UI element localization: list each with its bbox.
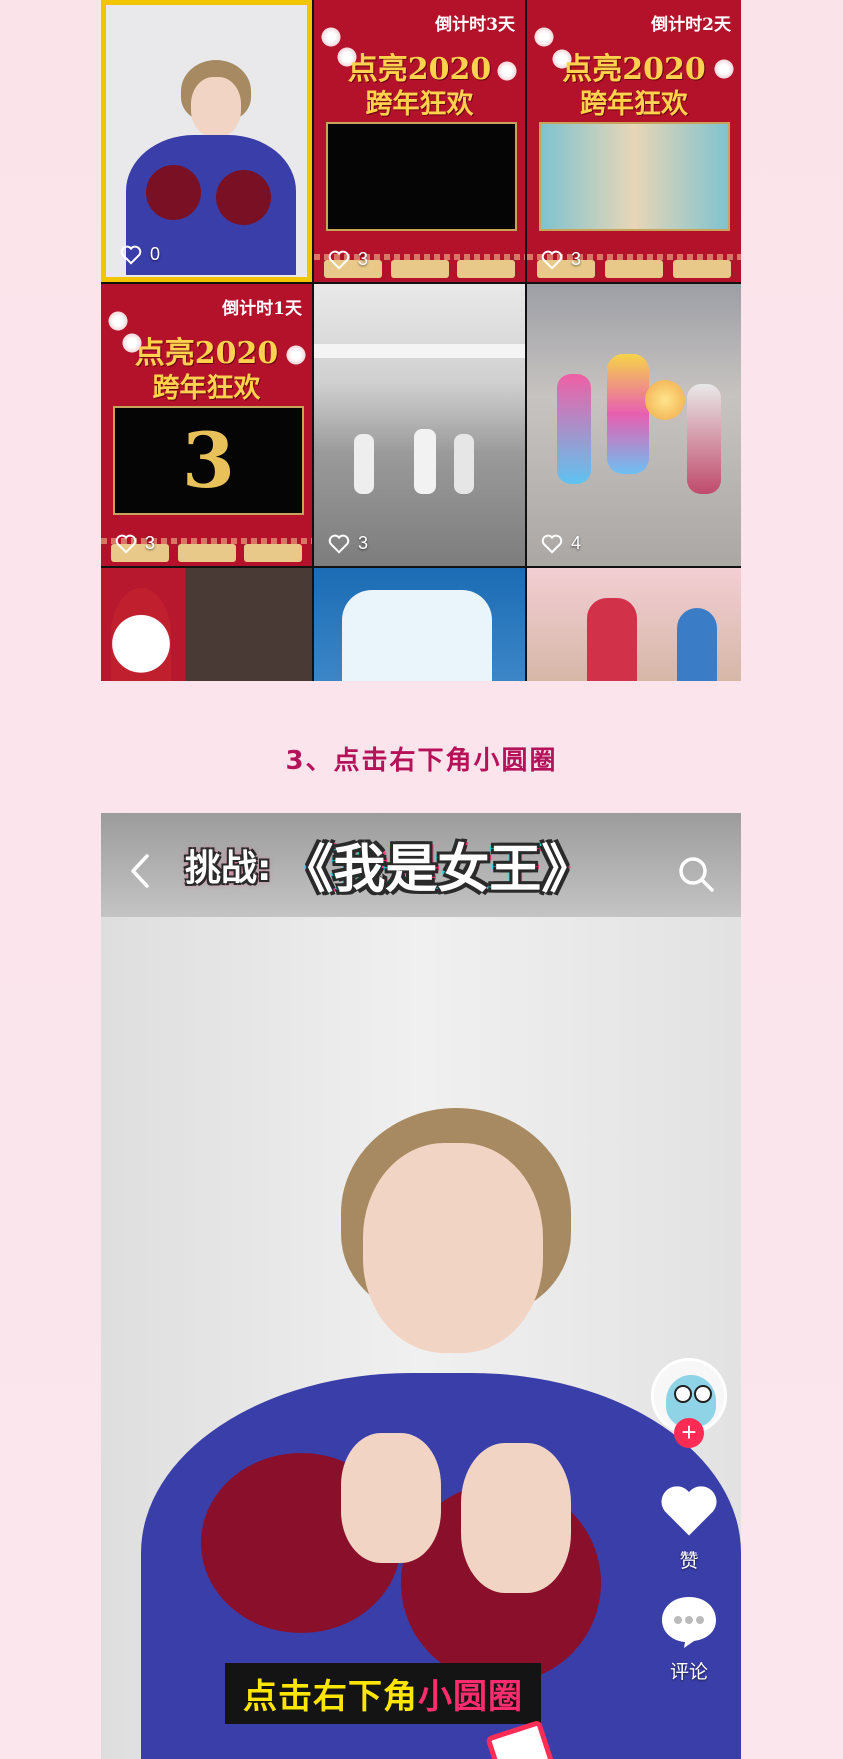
comment-bubble-icon xyxy=(658,1593,720,1653)
poster-screen: 3 xyxy=(113,406,304,515)
like-label: 赞 xyxy=(679,1550,699,1572)
grid-video-poster[interactable]: 倒计时2天 点亮2020 跨年狂欢 3 xyxy=(527,0,741,282)
challenge-title: 挑战: 《我是女王》 xyxy=(185,827,593,902)
like-count: 3 xyxy=(541,249,581,270)
comment-label: 评论 xyxy=(669,1661,708,1683)
grid-video-santa[interactable] xyxy=(101,568,312,681)
comment-button[interactable]: 评论 xyxy=(658,1593,720,1684)
like-count: 3 xyxy=(328,533,368,554)
grid-video-poster[interactable]: 倒计时3天 点亮2020 跨年狂欢 3 xyxy=(314,0,525,282)
heart-outline-icon xyxy=(328,250,350,270)
poster-screen xyxy=(539,122,730,231)
instruction-part1: 点击右下角 xyxy=(243,1677,418,1717)
heart-outline-icon xyxy=(120,245,142,265)
countdown-label: 倒计时2天 xyxy=(651,15,731,35)
grid-video-mall[interactable]: 3 xyxy=(314,284,525,566)
heart-outline-icon xyxy=(115,534,137,554)
like-count: 0 xyxy=(120,244,160,265)
heart-icon xyxy=(658,1482,720,1542)
like-count: 3 xyxy=(328,249,368,270)
follow-plus-button[interactable]: + xyxy=(674,1418,704,1448)
side-action-bar: + 赞 评论 xyxy=(647,1358,731,1684)
like-count: 4 xyxy=(541,533,581,554)
grid-video-board[interactable] xyxy=(314,568,525,681)
countdown-label: 倒计时1天 xyxy=(222,299,302,319)
video-player: 挑战: 《我是女王》 + 赞 评论 点击右下角小圆圈 xyxy=(101,813,741,1759)
search-icon[interactable] xyxy=(677,855,715,897)
countdown-label: 倒计时3天 xyxy=(435,15,515,35)
video-grid: 0 倒计时3天 点亮2020 跨年狂欢 3 倒计时2天 点亮2020 跨年狂欢 … xyxy=(101,0,741,681)
poster-subtitle: 跨年狂欢 xyxy=(152,373,261,404)
grid-video-poster[interactable]: 倒计时1天 点亮2020 跨年狂欢 3 3 xyxy=(101,284,312,566)
challenge-name: 《我是女王》 xyxy=(281,840,594,900)
heart-outline-icon xyxy=(541,534,563,554)
poster-screen xyxy=(326,122,517,231)
poster-subtitle: 跨年狂欢 xyxy=(365,89,474,120)
back-arrow-icon[interactable] xyxy=(129,853,151,893)
grid-video-parade[interactable]: 4 xyxy=(527,284,741,566)
instruction-part2: 小圆圈 xyxy=(418,1677,523,1717)
grid-video-stage[interactable] xyxy=(527,568,741,681)
like-count: 3 xyxy=(115,533,155,554)
grid-video-selected[interactable]: 0 xyxy=(101,0,312,282)
step-instruction: 3、点击右下角小圆圈 xyxy=(285,746,558,776)
page: 0 倒计时3天 点亮2020 跨年狂欢 3 倒计时2天 点亮2020 跨年狂欢 … xyxy=(0,0,843,1759)
like-button[interactable]: 赞 xyxy=(658,1482,720,1573)
instruction-overlay: 点击右下角小圆圈 xyxy=(225,1663,541,1724)
heart-outline-icon xyxy=(541,250,563,270)
poster-subtitle: 跨年狂欢 xyxy=(580,89,688,120)
heart-outline-icon xyxy=(328,534,350,554)
challenge-label: 挑战: xyxy=(185,847,272,889)
